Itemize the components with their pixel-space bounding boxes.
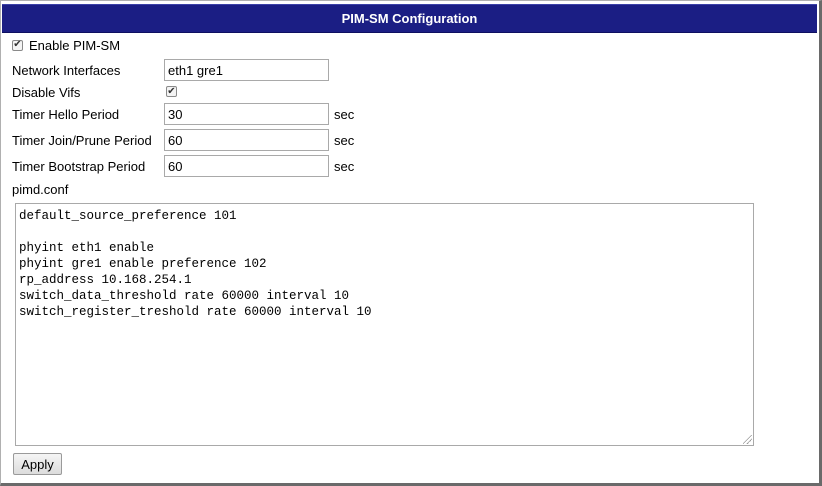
timer-bootstrap-unit-text: sec — [334, 158, 355, 174]
network-interfaces-row: Network Interfaces — [12, 59, 120, 81]
timer-join-prune-row: Timer Join/Prune Period — [12, 129, 152, 151]
enable-pimsm-label: Enable PIM-SM — [29, 37, 121, 53]
timer-bootstrap-row: Timer Bootstrap Period — [12, 155, 145, 177]
enable-pimsm-row: ✔ Enable PIM-SM — [12, 34, 120, 56]
check-mark-icon: ✔ — [167, 85, 176, 97]
timer-bootstrap-unit: sec — [334, 155, 354, 177]
timer-hello-unit: sec — [334, 103, 354, 125]
enable-pimsm-checkbox[interactable]: ✔ — [12, 39, 23, 51]
timer-join-prune-input[interactable] — [164, 129, 329, 151]
timer-bootstrap-label: Timer Bootstrap Period — [12, 158, 146, 174]
timer-hello-unit-text: sec — [334, 106, 355, 122]
disable-vifs-checkbox[interactable]: ✔ — [166, 86, 177, 97]
timer-bootstrap-input[interactable] — [164, 155, 329, 177]
apply-button[interactable]: Apply — [13, 453, 62, 475]
timer-join-prune-unit: sec — [334, 129, 354, 151]
disable-vifs-label: Disable Vifs — [12, 84, 81, 100]
pimd-conf-textarea[interactable]: default_source_preference 101 phyint eth… — [15, 203, 754, 446]
timer-hello-input[interactable] — [164, 103, 329, 125]
network-interfaces-label: Network Interfaces — [12, 62, 121, 78]
timer-hello-label: Timer Hello Period — [12, 106, 120, 122]
pimd-conf-label: pimd.conf — [12, 181, 69, 197]
textarea-resize-grip[interactable] — [743, 435, 753, 445]
pimsm-config-panel: PIM-SM Configuration ✔ Enable PIM-SM Net… — [0, 0, 822, 486]
timer-join-prune-label: Timer Join/Prune Period — [12, 132, 152, 148]
check-mark-icon: ✔ — [13, 39, 22, 50]
pimd-conf-row: pimd.conf — [12, 178, 68, 200]
resize-grip-icon — [743, 435, 752, 444]
timer-hello-row: Timer Hello Period — [12, 103, 119, 125]
timer-join-prune-unit-text: sec — [334, 132, 355, 148]
panel-title: PIM-SM Configuration — [2, 4, 817, 33]
network-interfaces-input[interactable] — [164, 59, 329, 81]
disable-vifs-row: Disable Vifs — [12, 81, 80, 103]
